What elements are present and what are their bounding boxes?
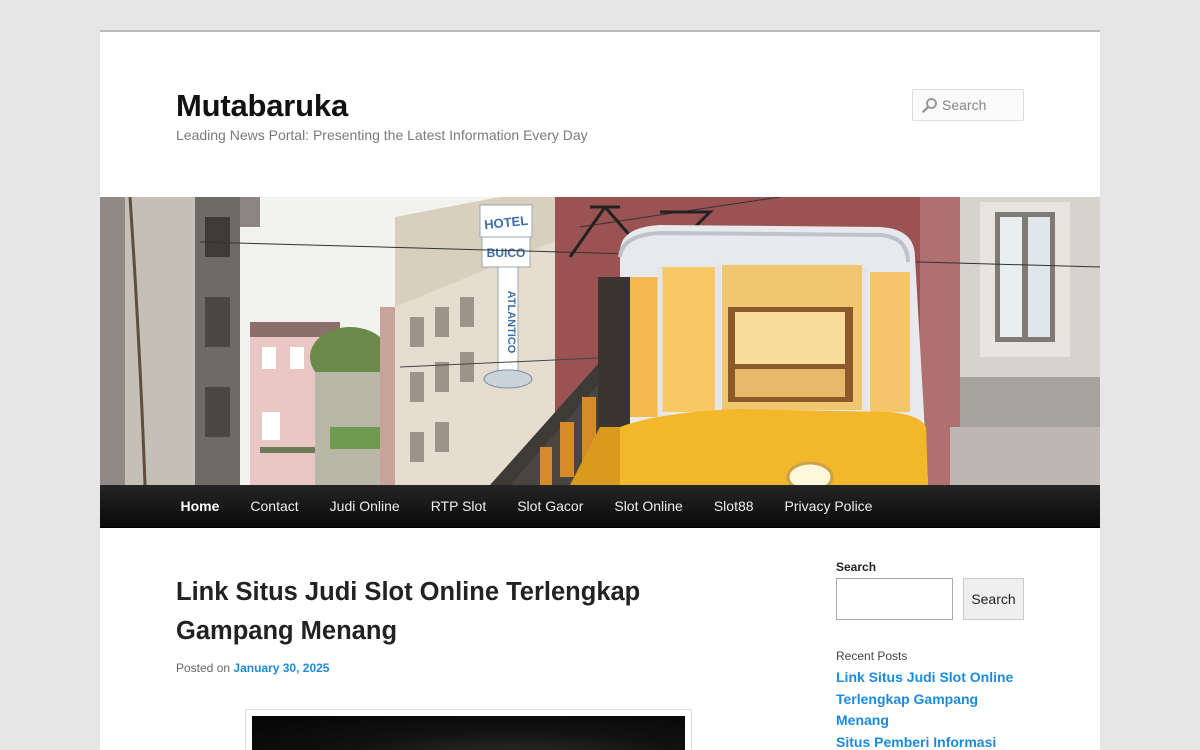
nav-item-contact[interactable]: Contact — [235, 485, 314, 528]
page: Mutabaruka Leading News Portal: Presenti… — [100, 30, 1100, 750]
banner-sign-buico: BUICO — [487, 246, 526, 260]
list-item: Situs Pemberi Informasi Slot Online Terp… — [836, 732, 1026, 750]
site-description: Leading News Portal: Presenting the Late… — [176, 127, 588, 143]
nav-item-slot-gacor[interactable]: Slot Gacor — [502, 485, 599, 528]
recent-posts-list: Link Situs Judi Slot Online Terlengkap G… — [836, 667, 1026, 750]
nav-item-rtp-slot[interactable]: RTP Slot — [415, 485, 502, 528]
banner-sign-atlantico: ATLANTICO — [505, 291, 517, 354]
post-featured-image — [245, 709, 692, 750]
recent-post-link[interactable]: Situs Pemberi Informasi Slot Online Terp… — [836, 734, 996, 750]
post-date-link[interactable]: January 30, 2025 — [233, 661, 329, 675]
header-search-box[interactable] — [912, 89, 1024, 121]
site-title[interactable]: Mutabaruka — [176, 88, 348, 124]
recent-posts-title: Recent Posts — [836, 649, 907, 663]
post-title[interactable]: Link Situs Judi Slot Online Terlengkap G… — [176, 573, 696, 651]
sidebar-search-input[interactable] — [836, 578, 953, 620]
nav-item-home[interactable]: Home — [165, 485, 235, 528]
nav-item-slot88[interactable]: Slot88 — [698, 485, 769, 528]
posted-on-label: Posted on — [176, 661, 230, 675]
recent-post-link[interactable]: Link Situs Judi Slot Online Terlengkap G… — [836, 669, 1013, 728]
post-meta: Posted on January 30, 2025 — [176, 661, 329, 675]
search-icon — [922, 97, 938, 113]
nav-item-slot-online[interactable]: Slot Online — [599, 485, 698, 528]
sidebar-search-button[interactable]: Search — [963, 578, 1024, 620]
nav-item-judi-online[interactable]: Judi Online — [314, 485, 415, 528]
nav-item-privacy-police[interactable]: Privacy Police — [769, 485, 888, 528]
header-banner-image: HOTEL BUICO ATLANTICO — [100, 197, 1100, 485]
main-nav: Home Contact Judi Online RTP Slot Slot G… — [100, 485, 1100, 528]
list-item: Link Situs Judi Slot Online Terlengkap G… — [836, 667, 1026, 732]
featured-image-content — [252, 716, 685, 750]
sidebar-search-label: Search — [836, 560, 876, 574]
header-search-input[interactable] — [942, 97, 1018, 113]
